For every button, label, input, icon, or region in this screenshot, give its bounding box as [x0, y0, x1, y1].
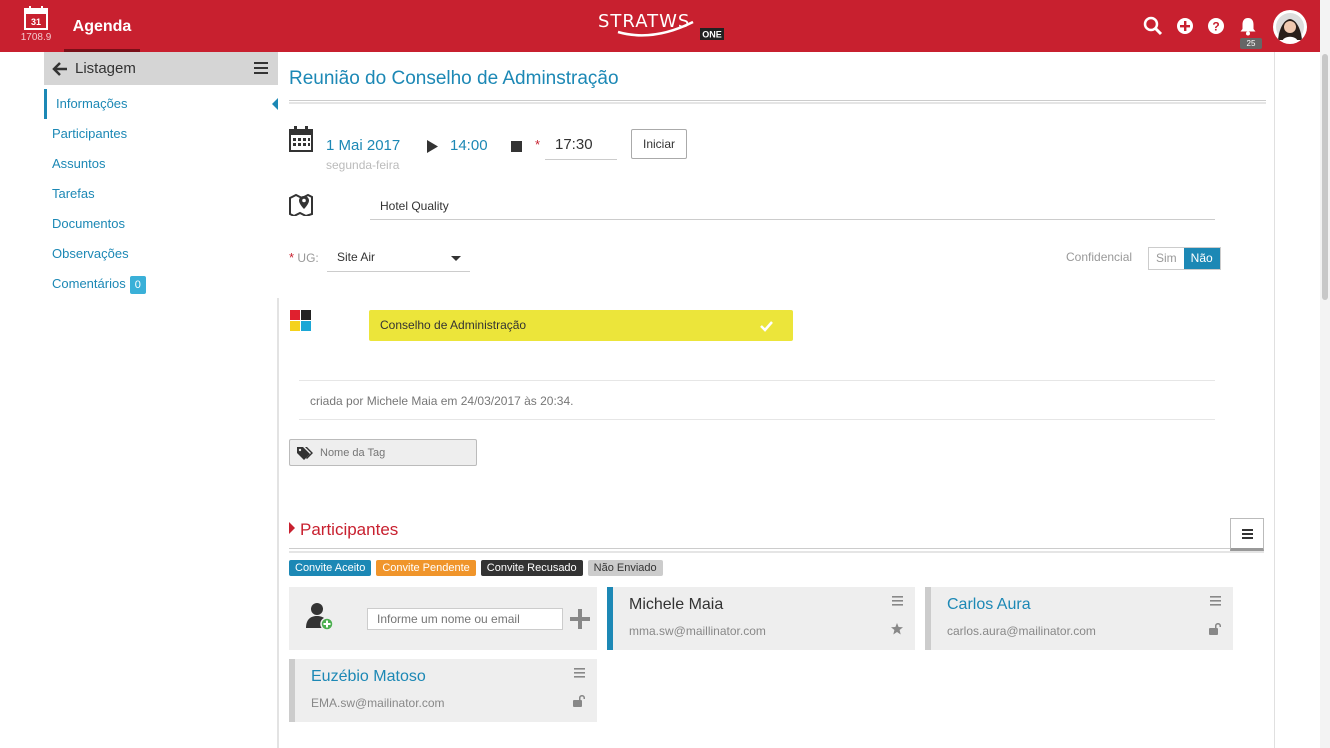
start-meeting-button[interactable]: Iniciar — [631, 129, 687, 159]
calendar-button[interactable]: 31 1708.9 — [14, 6, 58, 48]
unlock-icon[interactable] — [1209, 623, 1221, 635]
invite-status-legend: Convite Aceito Convite Pendente Convite … — [289, 560, 663, 576]
sidebar-item-observacoes[interactable]: Observações — [44, 239, 278, 269]
check-icon — [760, 321, 773, 332]
participant-name: Michele Maia — [629, 596, 724, 613]
end-time-input[interactable] — [545, 130, 617, 160]
sidebar-item-assuntos[interactable]: Assuntos — [44, 149, 278, 179]
tag-input[interactable] — [320, 444, 470, 462]
meeting-weekday: segunda-feira — [326, 158, 400, 172]
participant-email: carlos.aura@mailinator.com — [947, 624, 1096, 638]
participant-card[interactable]: Michele Maia mma.sw@maillinator.com — [607, 587, 915, 650]
page-scrollbar[interactable] — [1320, 0, 1330, 748]
main-content: Reunião do Conselho de Adminstração 1 Ma… — [279, 52, 1275, 748]
sidebar-item-participantes[interactable]: Participantes — [44, 119, 278, 149]
sidebar-item-label: Comentários — [52, 276, 126, 291]
sidebar-item-tarefas[interactable]: Tarefas — [44, 179, 278, 209]
user-add-icon — [306, 603, 334, 631]
legend-accepted: Convite Aceito — [289, 560, 372, 576]
hamburger-menu-icon — [1242, 529, 1253, 539]
confidential-no-option[interactable]: Não — [1183, 248, 1220, 269]
participant-email: EMA.sw@mailinator.com — [311, 696, 445, 710]
sidebar-header: Listagem — [44, 52, 278, 85]
hamburger-menu-icon[interactable] — [1210, 596, 1221, 606]
unlock-icon[interactable] — [573, 695, 585, 707]
calendar-icon: 31 — [24, 6, 48, 30]
add-circle-icon[interactable] — [1174, 15, 1196, 37]
plus-icon[interactable] — [570, 609, 590, 629]
participant-card[interactable]: Carlos Aura carlos.aura@mailinator.com — [925, 587, 1233, 650]
confidential-yes-option[interactable]: Sim — [1149, 248, 1184, 269]
participant-name: Carlos Aura — [947, 596, 1031, 613]
required-asterisk: * — [535, 137, 541, 152]
confidential-toggle[interactable]: Sim Não — [1148, 247, 1221, 270]
search-icon[interactable] — [1142, 15, 1164, 37]
participants-section-title[interactable]: Participantes — [289, 520, 398, 540]
legend-pending: Convite Pendente — [376, 560, 476, 576]
participant-email: mma.sw@maillinator.com — [629, 624, 766, 638]
calendar-icon — [289, 126, 313, 152]
tag-field[interactable] — [289, 439, 477, 466]
hamburger-menu-icon[interactable] — [892, 596, 903, 606]
ug-select[interactable]: Site Air — [327, 244, 470, 272]
help-icon[interactable]: ? — [1205, 15, 1227, 37]
calendar-sub-label: 1708.9 — [20, 32, 52, 43]
group-selector[interactable]: Conselho de Administração — [369, 310, 793, 341]
star-icon[interactable] — [891, 623, 903, 635]
sidebar-title: Listagem — [75, 60, 136, 77]
creation-info: criada por Michele Maia em 24/03/2017 às… — [299, 380, 1215, 420]
group-colors-icon — [290, 310, 311, 331]
stratws-logo: STRATWS ONE — [598, 11, 724, 40]
comments-count-badge: 0 — [129, 275, 146, 294]
chevron-down-icon — [451, 256, 461, 261]
sidebar-item-informacoes[interactable]: Informações — [44, 89, 278, 119]
hamburger-menu-icon[interactable] — [254, 62, 268, 74]
caret-right-icon — [289, 522, 295, 534]
hamburger-menu-icon[interactable] — [574, 668, 585, 678]
sidebar-item-documentos[interactable]: Documentos — [44, 209, 278, 239]
back-arrow-icon[interactable] — [52, 61, 68, 77]
start-time[interactable]: 14:00 — [450, 137, 488, 154]
location-input[interactable] — [370, 192, 1215, 220]
sidebar-item-comentarios[interactable]: Comentários 0 — [44, 269, 278, 299]
calendar-day: 31 — [31, 17, 41, 27]
scrollbar-thumb[interactable] — [1322, 54, 1328, 300]
legend-not-sent: Não Enviado — [587, 560, 663, 576]
confidential-label: Confidencial — [1066, 250, 1133, 264]
stop-icon — [511, 141, 522, 152]
group-label: Conselho de Administração — [380, 318, 527, 332]
brand-sub: ONE — [702, 30, 722, 40]
bell-icon[interactable] — [1237, 15, 1259, 37]
svg-text:?: ? — [1212, 20, 1219, 34]
add-participant-card — [289, 587, 597, 650]
page-title: Reunião do Conselho de Adminstração — [289, 68, 619, 89]
participant-card[interactable]: Euzébio Matoso EMA.sw@mailinator.com — [289, 659, 597, 722]
ug-selected-value: Site Air — [337, 250, 376, 264]
play-icon — [427, 140, 438, 153]
notification-count-badge: 25 — [1240, 38, 1262, 49]
participant-name: Euzébio Matoso — [311, 668, 426, 685]
app-title-agenda[interactable]: Agenda — [64, 0, 140, 52]
tags-icon — [297, 447, 313, 460]
title-divider — [289, 100, 1266, 104]
sidebar-nav: Informações Participantes Assuntos Taref… — [44, 89, 278, 299]
map-marker-icon — [289, 193, 313, 216]
participants-divider — [289, 548, 1264, 553]
meeting-date[interactable]: 1 Mai 2017 — [326, 137, 400, 154]
user-avatar[interactable] — [1273, 10, 1307, 44]
legend-declined: Convite Recusado — [480, 560, 583, 576]
ug-label: * UG: — [289, 250, 319, 265]
top-bar: 31 1708.9 Agenda STRATWS ONE ? 25 — [0, 0, 1320, 52]
participants-menu-button[interactable] — [1230, 518, 1264, 551]
invite-participant-input[interactable] — [367, 608, 563, 630]
